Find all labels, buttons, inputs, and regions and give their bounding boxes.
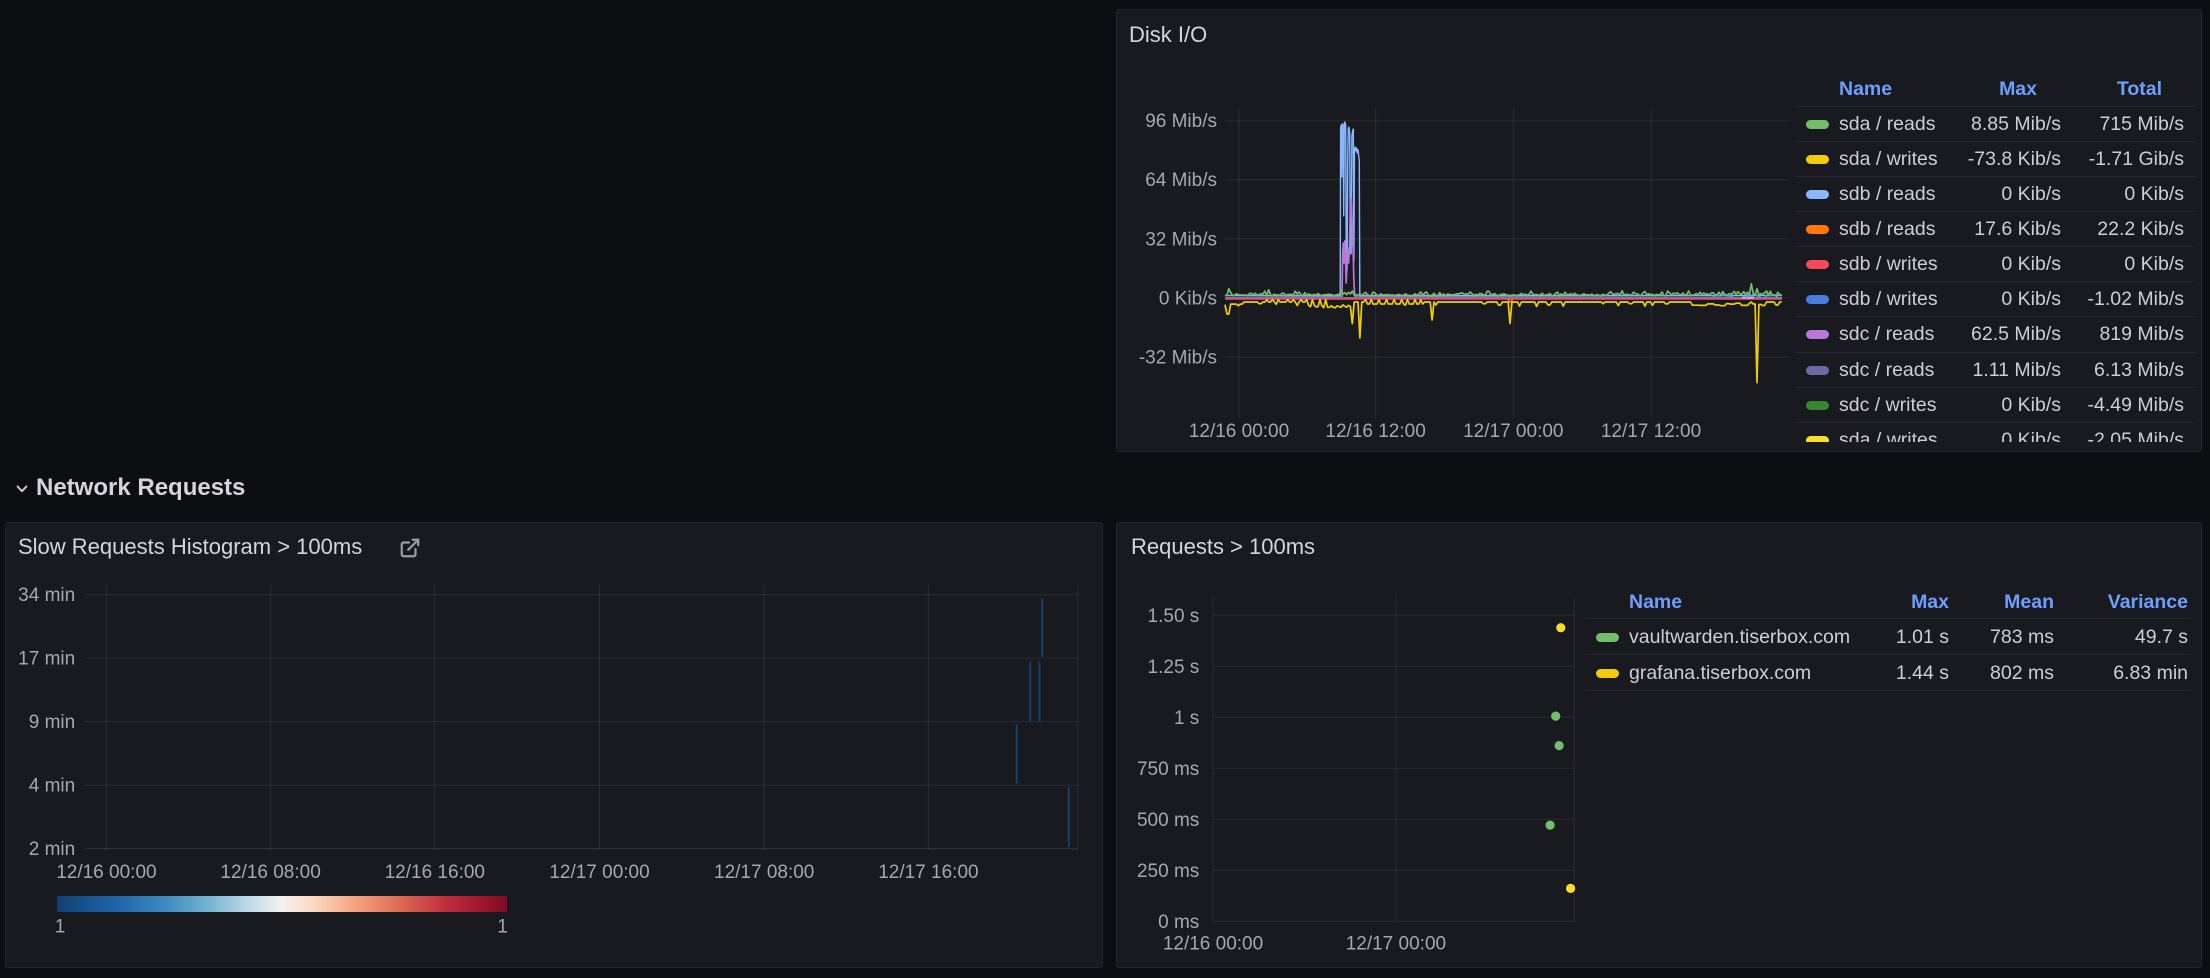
svg-text:12/17 00:00: 12/17 00:00 xyxy=(1463,421,1563,442)
svg-text:12/17 00:00: 12/17 00:00 xyxy=(549,862,649,883)
svg-text:750 ms: 750 ms xyxy=(1137,759,1199,780)
svg-text:0 ms: 0 ms xyxy=(1158,912,1199,933)
svg-text:9 min: 9 min xyxy=(29,712,75,733)
svg-text:64 Mib/s: 64 Mib/s xyxy=(1145,170,1217,191)
svg-text:96 Mib/s: 96 Mib/s xyxy=(1145,111,1217,132)
svg-text:12/16 00:00: 12/16 00:00 xyxy=(1163,934,1263,955)
svg-text:17 min: 17 min xyxy=(18,649,75,670)
svg-text:12/17 16:00: 12/17 16:00 xyxy=(878,862,978,883)
svg-text:32 Mib/s: 32 Mib/s xyxy=(1145,229,1217,250)
svg-text:1: 1 xyxy=(55,917,66,938)
svg-text:12/16 08:00: 12/16 08:00 xyxy=(220,862,320,883)
svg-text:1.25 s: 1.25 s xyxy=(1148,657,1200,678)
svg-text:12/16 00:00: 12/16 00:00 xyxy=(1189,421,1289,442)
svg-text:500 ms: 500 ms xyxy=(1137,810,1199,831)
svg-text:12/16 12:00: 12/16 12:00 xyxy=(1325,421,1425,442)
svg-text:250 ms: 250 ms xyxy=(1137,861,1199,882)
svg-text:1 s: 1 s xyxy=(1174,708,1199,729)
svg-text:-32 Mib/s: -32 Mib/s xyxy=(1139,348,1217,369)
svg-text:12/16 16:00: 12/16 16:00 xyxy=(385,862,485,883)
svg-text:1.50 s: 1.50 s xyxy=(1148,606,1200,627)
svg-text:12/17 00:00: 12/17 00:00 xyxy=(1346,934,1446,955)
svg-text:2 min: 2 min xyxy=(29,839,75,860)
svg-text:0 Kib/s: 0 Kib/s xyxy=(1159,288,1217,309)
svg-text:12/17 08:00: 12/17 08:00 xyxy=(714,862,814,883)
svg-text:12/16 00:00: 12/16 00:00 xyxy=(56,862,156,883)
svg-text:1: 1 xyxy=(497,917,508,938)
svg-text:34 min: 34 min xyxy=(18,585,75,606)
svg-text:12/17 12:00: 12/17 12:00 xyxy=(1601,421,1701,442)
svg-text:4 min: 4 min xyxy=(29,776,75,797)
